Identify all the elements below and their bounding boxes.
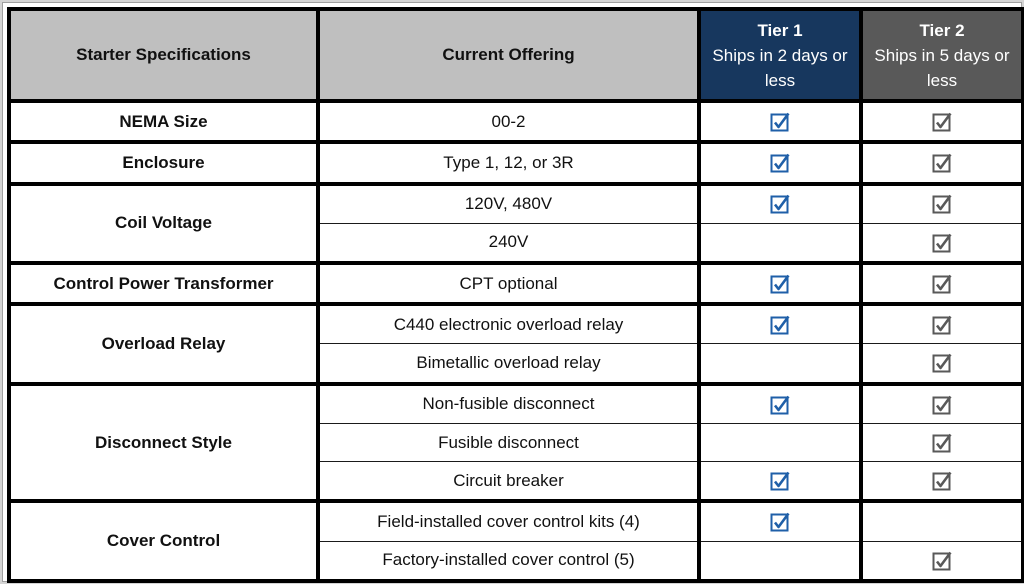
checkbox-checked-icon [932,315,952,335]
tier-2-cell [860,343,1024,385]
header-tier-1: Tier 1 Ships in 2 days or less [697,7,863,103]
checkbox-checked-icon [932,395,952,415]
header-starter-specifications: Starter Specifications [7,7,320,103]
spec-name: Cover Control [7,499,320,583]
tier-1-cell [697,140,863,185]
table-header-row: Starter Specifications Current Offering … [7,7,1024,103]
tier-1-cell [697,343,863,385]
tier-1-cell [697,98,863,143]
tier-2-cell [860,98,1024,143]
tier-2-cell [860,499,1024,542]
table-row: Overload Relay C440 electronic overload r… [7,302,1024,386]
tier-2-cell [860,260,1024,305]
offering-cell: 120V, 480V [317,181,700,224]
offering-cell: Type 1, 12, or 3R [317,140,700,185]
tier-2-cell [860,461,1024,502]
tier-1-cell [697,302,863,345]
header-tier-2: Tier 2 Ships in 5 days or less [860,7,1024,103]
offering-cell: CPT optional [317,260,700,305]
checkbox-checked-icon [932,194,952,214]
table-row: Coil Voltage 120V, 480V [7,181,1024,265]
checkbox-checked-icon [770,153,790,173]
table-row: NEMA Size 00-2 [7,98,1024,145]
tier-2-cell [860,302,1024,345]
tier-1-cell [697,222,863,264]
checkbox-checked-icon [932,233,952,253]
checkbox-checked-icon [932,274,952,294]
tier-1-cell [697,540,863,583]
offering-cell: C440 electronic overload relay [317,302,700,345]
offering-cell: 00-2 [317,98,700,143]
tier-1-cell [697,422,863,463]
checkbox-checked-icon [932,433,952,453]
tier-1-cell [697,260,863,305]
tier-2-cell [860,540,1024,583]
tier-1-cell [697,499,863,542]
tier-1-cell [697,381,863,424]
header-current-offering: Current Offering [317,7,700,103]
checkbox-checked-icon [932,353,952,373]
checkbox-checked-icon [932,471,952,491]
offering-cell: Bimetallic overload relay [317,343,700,385]
offering-cell: Non-fusible disconnect [317,381,700,424]
spec-name: Enclosure [7,140,320,186]
table-body: NEMA Size 00-2 Enclosure Type 1, 12, or 3R C… [7,98,1024,583]
offering-cell: Factory-installed cover control (5) [317,540,700,583]
tier-2-cell [860,140,1024,185]
table-row: Control Power Transformer CPT optional [7,260,1024,307]
checkbox-checked-icon [770,315,790,335]
checkbox-checked-icon [932,551,952,571]
tier-2-subtitle: Ships in 5 days or less [874,45,1010,90]
offering-cell: Field-installed cover control kits (4) [317,499,700,542]
tier-1-subtitle: Ships in 2 days or less [712,45,848,90]
starter-specifications-table: Starter Specifications Current Offering … [7,7,1024,583]
checkbox-checked-icon [770,274,790,294]
tier-1-title: Tier 1 [757,20,803,40]
checkbox-checked-icon [770,112,790,132]
checkbox-checked-icon [932,153,952,173]
table-row: Enclosure Type 1, 12, or 3R [7,140,1024,186]
checkbox-checked-icon [770,194,790,214]
checkbox-checked-icon [770,395,790,415]
offering-cell: Fusible disconnect [317,422,700,463]
spec-name: Disconnect Style [7,381,320,504]
offering-cell: 240V [317,222,700,264]
tier-2-cell [860,181,1024,224]
spec-name: NEMA Size [7,98,320,145]
tier-2-cell [860,381,1024,424]
checkbox-checked-icon [770,512,790,532]
table-row: Disconnect Style Non-fusible disconnect [7,381,1024,504]
tier-2-title: Tier 2 [919,20,965,40]
table-row: Cover Control Field-installed cover contr… [7,499,1024,583]
tier-2-cell [860,422,1024,463]
tier-2-cell [860,222,1024,264]
checkbox-checked-icon [932,112,952,132]
offering-cell: Circuit breaker [317,461,700,502]
checkbox-checked-icon [770,471,790,491]
spec-name: Coil Voltage [7,181,320,265]
tier-1-cell [697,181,863,224]
document-frame: Starter Specifications Current Offering … [2,2,1024,583]
spec-name: Control Power Transformer [7,260,320,307]
spec-name: Overload Relay [7,302,320,386]
tier-1-cell [697,461,863,502]
